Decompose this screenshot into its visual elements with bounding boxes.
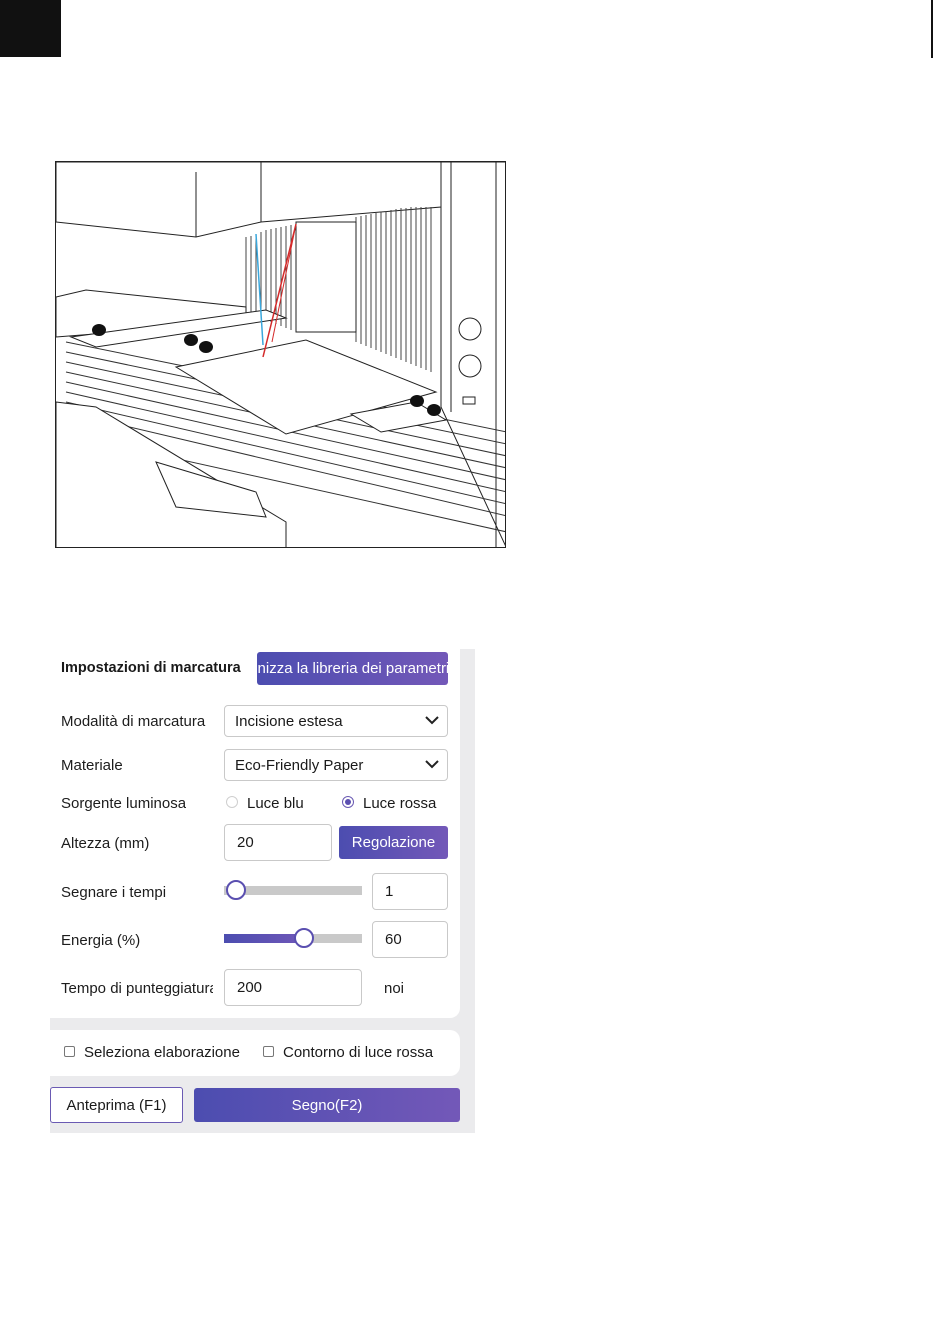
radio-blue-light[interactable] — [226, 796, 238, 808]
mark-button[interactable]: Segno(F2) — [194, 1088, 460, 1122]
marking-mode-label: Modalità di marcatura — [61, 713, 206, 730]
chevron-down-icon — [425, 760, 439, 769]
marking-settings-panel: Impostazioni di marcatura Sincronizza la… — [50, 649, 475, 1133]
radio-red-light-label: Luce rossa — [363, 795, 437, 812]
mark-times-slider-thumb[interactable] — [226, 880, 246, 900]
mark-times-input[interactable]: 1 — [372, 873, 448, 910]
radio-red-light[interactable] — [342, 796, 354, 808]
energy-slider-thumb[interactable] — [294, 928, 314, 948]
adjust-button[interactable]: Regolazione — [339, 826, 448, 859]
preview-button[interactable]: Anteprima (F1) — [50, 1087, 183, 1123]
panel-title: Impostazioni di marcatura — [61, 660, 241, 676]
material-select[interactable]: Eco-Friendly Paper — [224, 749, 448, 781]
sync-library-label: Sincronizza la libreria dei parametri — [257, 660, 448, 677]
marking-mode-value: Incisione estesa — [235, 713, 343, 730]
red-light-outline-label: Contorno di luce rossa — [283, 1044, 434, 1061]
chevron-down-icon — [425, 716, 439, 725]
energy-value: 60 — [385, 931, 402, 948]
machine-drawing — [56, 162, 505, 547]
select-processing-checkbox[interactable] — [64, 1046, 75, 1057]
dot-time-unit: noi — [384, 980, 405, 997]
mark-times-label: Segnare i tempi — [61, 884, 167, 901]
material-value: Eco-Friendly Paper — [235, 757, 364, 774]
settings-card: Impostazioni di marcatura Sincronizza la… — [50, 649, 460, 1018]
laser-machine-illustration — [55, 161, 506, 548]
options-card: Seleziona elaborazione Contorno di luce … — [50, 1030, 460, 1076]
radio-blue-light-label: Luce blu — [247, 795, 304, 812]
material-label: Materiale — [61, 757, 123, 774]
energy-slider[interactable] — [224, 928, 362, 948]
light-source-label: Sorgente luminosa — [61, 795, 187, 812]
energy-label: Energia (%) — [61, 932, 141, 949]
red-light-outline-checkbox[interactable] — [263, 1046, 274, 1057]
sync-library-button[interactable]: Sincronizza la libreria dei parametri — [257, 652, 448, 685]
marking-mode-select[interactable]: Incisione estesa — [224, 705, 448, 737]
mark-times-slider[interactable] — [224, 880, 362, 900]
select-processing-label: Seleziona elaborazione — [84, 1044, 240, 1061]
dot-time-input[interactable]: 200 — [224, 969, 362, 1006]
energy-input[interactable]: 60 — [372, 921, 448, 958]
dot-time-value: 200 — [237, 979, 263, 996]
page-corner-marker — [0, 0, 61, 57]
mark-times-value: 1 — [385, 883, 394, 900]
energy-slider-fill — [224, 934, 304, 943]
height-input[interactable]: 20 — [224, 824, 332, 861]
dot-time-label: Tempo di punteggiatura — [61, 980, 213, 997]
height-value: 20 — [237, 834, 254, 851]
height-label: Altezza (mm) — [61, 835, 150, 852]
